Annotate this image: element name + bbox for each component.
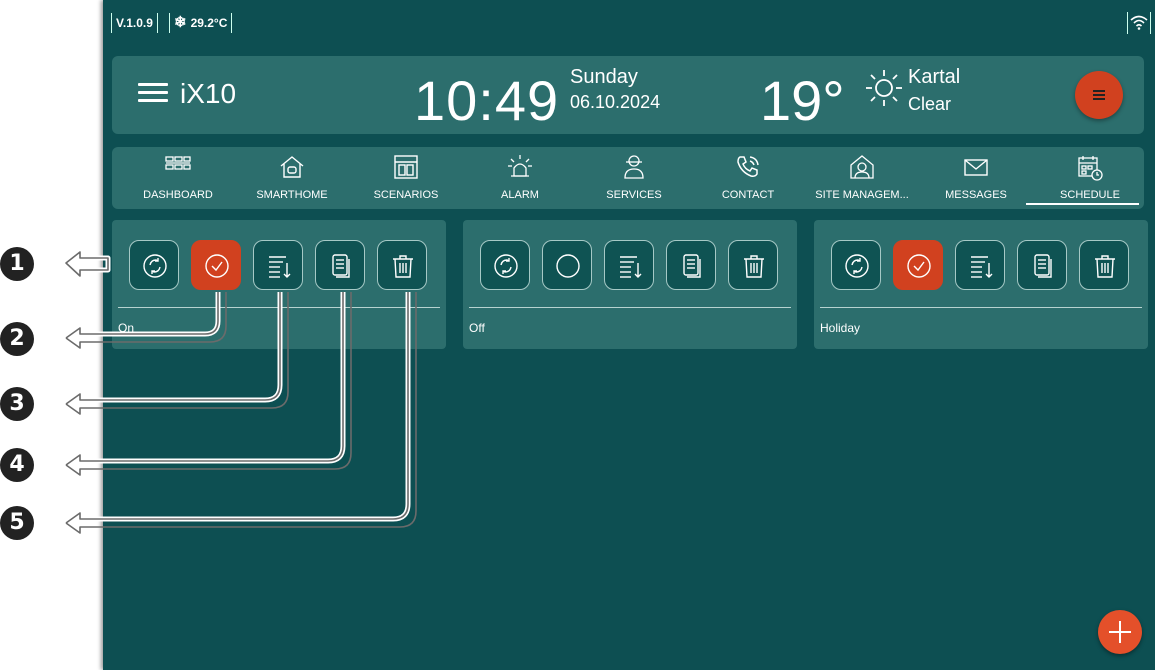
annotation-leader-lines [63, 249, 417, 534]
